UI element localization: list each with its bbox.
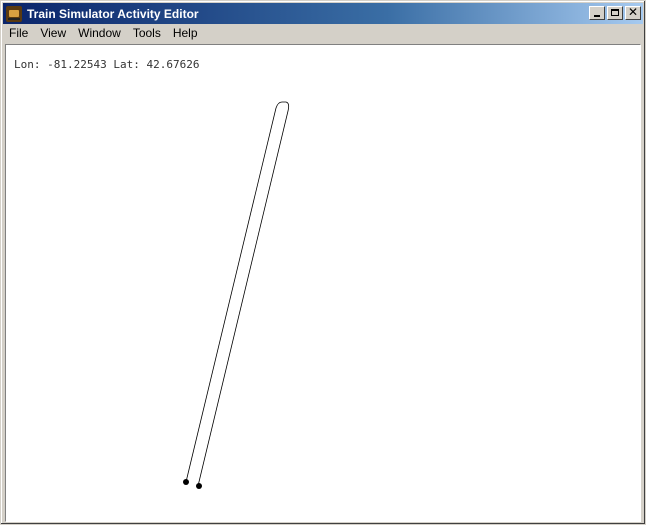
minimize-button[interactable] xyxy=(589,6,605,20)
track-endpoint-right[interactable] xyxy=(196,483,202,489)
close-icon: ✕ xyxy=(627,5,639,19)
track-endpoint-left[interactable] xyxy=(183,479,189,485)
menu-view[interactable]: View xyxy=(34,26,72,40)
track-map-canvas[interactable] xyxy=(6,45,641,522)
menu-tools[interactable]: Tools xyxy=(127,26,167,40)
map-view[interactable]: Lon: -81.22543 Lat: 42.67626 xyxy=(5,44,641,522)
app-window: Train Simulator Activity Editor ✕ File V… xyxy=(0,0,646,525)
caption-buttons: ✕ xyxy=(587,5,641,20)
train-app-icon[interactable] xyxy=(6,5,22,22)
track-rail-left xyxy=(185,101,290,487)
menu-file[interactable]: File xyxy=(3,26,34,40)
track-segment[interactable] xyxy=(185,101,290,487)
title-bar[interactable]: Train Simulator Activity Editor ✕ xyxy=(3,3,643,24)
menu-bar: File View Window Tools Help xyxy=(3,24,643,42)
menu-window[interactable]: Window xyxy=(72,26,127,40)
minimize-icon xyxy=(594,15,600,17)
menu-help[interactable]: Help xyxy=(167,26,204,40)
maximize-button[interactable] xyxy=(607,6,623,20)
close-button[interactable]: ✕ xyxy=(625,5,641,20)
maximize-icon xyxy=(611,9,619,16)
window-title: Train Simulator Activity Editor xyxy=(27,6,199,21)
